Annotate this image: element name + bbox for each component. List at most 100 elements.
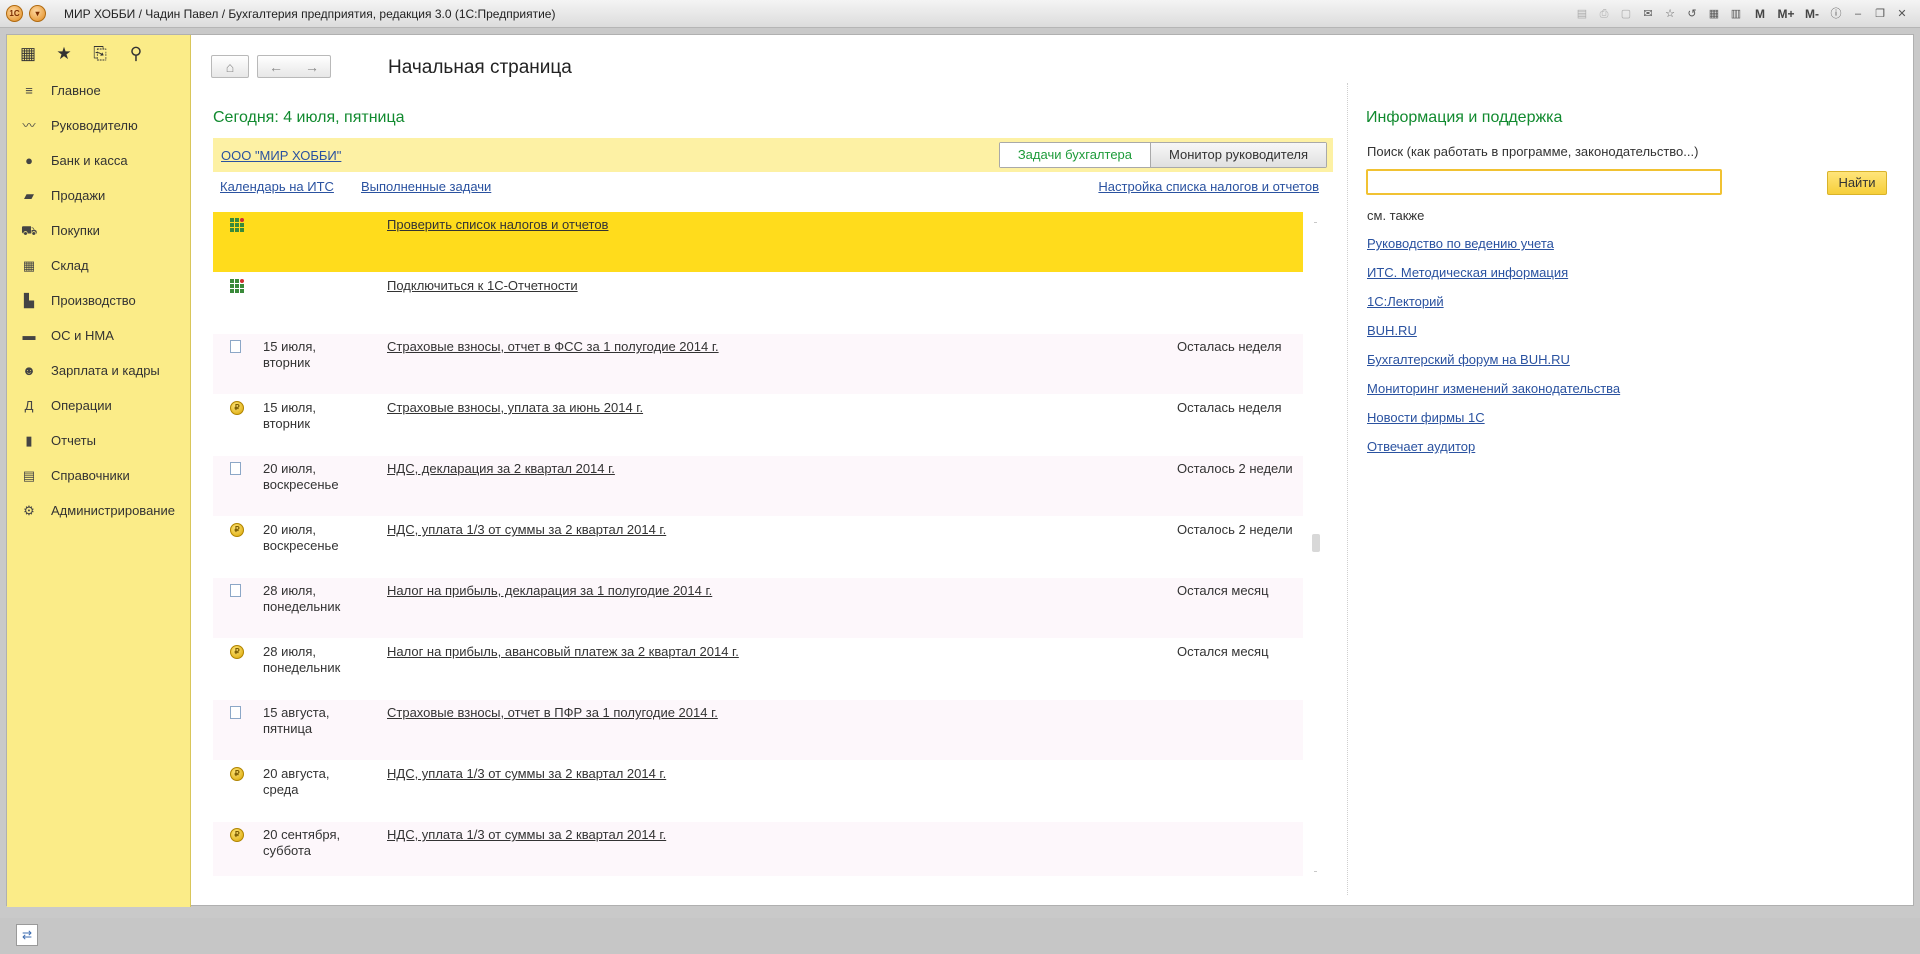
task-remaining: Осталась неделя (1177, 339, 1282, 354)
sidebar-item-warehouse[interactable]: ▦ Склад (7, 248, 190, 283)
find-button[interactable]: Найти (1827, 171, 1887, 195)
sidebar-item-label: Администрирование (51, 503, 175, 518)
page-title: Начальная страница (388, 57, 572, 78)
trend-icon: 〰 (22, 117, 36, 133)
organization-band: ООО "МИР ХОББИ" Задачи бухгалтера Монито… (213, 138, 1333, 172)
memory-m-button[interactable]: M (1748, 4, 1772, 24)
tax-list-settings-link[interactable]: Настройка списка налогов и отчетов (1098, 179, 1319, 194)
sidebar-item-sales[interactable]: ▰ Продажи (7, 178, 190, 213)
memory-minus-button[interactable]: M- (1800, 4, 1824, 24)
task-row[interactable]: 15 июля, вторник Страховые взносы, отчет… (213, 334, 1303, 395)
sidebar-item-label: Отчеты (51, 433, 96, 448)
task-row[interactable]: 15 августа, пятница Страховые взносы, от… (213, 700, 1303, 761)
task-link[interactable]: Налог на прибыль, авансовый платеж за 2 … (387, 644, 739, 659)
task-row[interactable]: Подключиться к 1С-Отчетности (213, 273, 1303, 334)
its-calendar-link[interactable]: Календарь на ИТС (220, 179, 334, 194)
history-icon[interactable]: ⎘ (89, 43, 111, 65)
memory-plus-button[interactable]: M+ (1774, 4, 1798, 24)
info-link-buh-ru[interactable]: BUH.RU (1367, 323, 1620, 352)
task-remaining: Остался месяц (1177, 644, 1269, 659)
close-icon[interactable]: ✕ (1892, 4, 1912, 24)
task-link[interactable]: НДС, декларация за 2 квартал 2014 г. (387, 461, 615, 476)
task-grid-icon (230, 279, 244, 293)
task-row[interactable]: ₽ 20 сентября, суббота НДС, уплата 1/3 о… (213, 822, 1303, 876)
completed-tasks-link[interactable]: Выполненные задачи (361, 179, 491, 194)
info-icon[interactable]: ⓘ (1826, 4, 1846, 24)
task-list-scrollbar-thumb[interactable] (1312, 534, 1320, 552)
task-link[interactable]: НДС, уплата 1/3 от суммы за 2 квартал 20… (387, 827, 666, 842)
task-link[interactable]: Проверить список налогов и отчетов (387, 217, 608, 232)
search-icon[interactable]: ⚲ (125, 43, 147, 65)
task-remaining: Осталась неделя (1177, 400, 1282, 415)
sidebar-item-catalogs[interactable]: ▤ Справочники (7, 458, 190, 493)
task-link[interactable]: НДС, уплата 1/3 от суммы за 2 квартал 20… (387, 766, 666, 781)
sidebar-item-administration[interactable]: ⚙ Администрирование (7, 493, 190, 528)
print-icon[interactable]: ⎙ (1594, 4, 1614, 24)
document-icon (230, 462, 241, 475)
sidebar-item-main[interactable]: ≡ Главное (7, 73, 190, 108)
payment-coin-icon: ₽ (230, 645, 244, 659)
payment-coin-icon: ₽ (230, 523, 244, 537)
task-link[interactable]: Страховые взносы, уплата за июнь 2014 г. (387, 400, 643, 415)
search-input[interactable] (1366, 169, 1722, 195)
gear-icon: ⚙ (23, 502, 35, 518)
forward-arrow-icon[interactable]: → (294, 59, 330, 75)
info-link-buh-forum[interactable]: Бухгалтерский форум на BUH.RU (1367, 352, 1620, 381)
sidebar-item-label: Покупки (51, 223, 100, 238)
favorite-add-icon[interactable]: ☆ (1660, 4, 1680, 24)
payment-coin-icon: ₽ (230, 767, 244, 781)
sidebar-item-label: Операции (51, 398, 112, 413)
history-icon[interactable]: ↺ (1682, 4, 1702, 24)
task-link[interactable]: Подключиться к 1С-Отчетности (387, 278, 578, 293)
task-link[interactable]: НДС, уплата 1/3 от суммы за 2 квартал 20… (387, 522, 666, 537)
save-icon[interactable]: ▤ (1572, 4, 1592, 24)
task-link[interactable]: Страховые взносы, отчет в ФСС за 1 полуг… (387, 339, 719, 354)
task-remaining: Осталось 2 недели (1177, 461, 1293, 476)
task-row[interactable]: 20 июля, воскресенье НДС, декларация за … (213, 456, 1303, 517)
task-row[interactable]: ₽ 20 августа, среда НДС, уплата 1/3 от с… (213, 761, 1303, 822)
tab-director-monitor[interactable]: Монитор руководителя (1150, 143, 1326, 167)
sidebar-item-label: Руководителю (51, 118, 138, 133)
minimize-icon[interactable]: – (1848, 4, 1868, 24)
view-switch: Задачи бухгалтера Монитор руководителя (998, 142, 1327, 168)
app-logo-icon[interactable]: 1С (6, 5, 23, 22)
sidebar-item-director[interactable]: 〰 Руководителю (7, 108, 190, 143)
apps-icon[interactable]: ▦ (17, 43, 39, 65)
task-row[interactable]: ₽ 28 июля, понедельник Налог на прибыль,… (213, 639, 1303, 700)
task-row[interactable]: 28 июля, понедельник Налог на прибыль, д… (213, 578, 1303, 639)
connection-icon[interactable]: ⇄ (16, 924, 38, 946)
task-row[interactable]: ₽ 20 июля, воскресенье НДС, уплата 1/3 о… (213, 517, 1303, 578)
task-row[interactable]: Проверить список налогов и отчетов (213, 212, 1303, 273)
info-link-1c-news[interactable]: Новости фирмы 1С (1367, 410, 1620, 439)
info-link-auditor-answers[interactable]: Отвечает аудитор (1367, 439, 1620, 468)
warehouse-icon: ▦ (22, 257, 36, 273)
task-links-row: Календарь на ИТС Выполненные задачи Наст… (213, 179, 1319, 197)
sidebar-item-purchases[interactable]: ⛟ Покупки (7, 213, 190, 248)
app-menu-chevron-icon[interactable]: ▾ (29, 5, 46, 22)
restore-icon[interactable]: ❐ (1870, 4, 1890, 24)
sidebar-item-operations[interactable]: Д Операции (7, 388, 190, 423)
sidebar-item-reports[interactable]: ▮ Отчеты (7, 423, 190, 458)
organization-link[interactable]: ООО "МИР ХОББИ" (221, 148, 341, 163)
calculator-icon[interactable]: ▥ (1726, 4, 1746, 24)
calendar-icon[interactable]: ▦ (1704, 4, 1724, 24)
task-grid-icon (230, 218, 244, 232)
star-icon[interactable]: ★ (53, 43, 75, 65)
home-button[interactable]: ⌂ (211, 55, 249, 78)
task-row[interactable]: ₽ 15 июля, вторник Страховые взносы, упл… (213, 395, 1303, 456)
task-link[interactable]: Страховые взносы, отчет в ПФР за 1 полуг… (387, 705, 718, 720)
back-arrow-icon[interactable]: ← (258, 59, 294, 75)
preview-icon[interactable]: ▢ (1616, 4, 1636, 24)
mail-icon[interactable]: ✉ (1638, 4, 1658, 24)
info-link-its-methodology[interactable]: ИТС. Методическая информация (1367, 265, 1620, 294)
task-link[interactable]: Налог на прибыль, декларация за 1 полуго… (387, 583, 712, 598)
info-link-law-monitoring[interactable]: Мониторинг изменений законодательства (1367, 381, 1620, 410)
info-link-1c-lectorium[interactable]: 1С:Лекторий (1367, 294, 1620, 323)
sidebar-item-fixed-assets[interactable]: ▬ ОС и НМА (7, 318, 190, 353)
sidebar-item-bank[interactable]: ● Банк и касса (7, 143, 190, 178)
sidebar-item-salary[interactable]: ☻ Зарплата и кадры (7, 353, 190, 388)
tab-accountant-tasks[interactable]: Задачи бухгалтера (999, 143, 1151, 167)
info-link-accounting-guide[interactable]: Руководство по ведению учета (1367, 236, 1620, 265)
sidebar-item-label: Зарплата и кадры (51, 363, 160, 378)
sidebar-item-production[interactable]: ▙ Производство (7, 283, 190, 318)
